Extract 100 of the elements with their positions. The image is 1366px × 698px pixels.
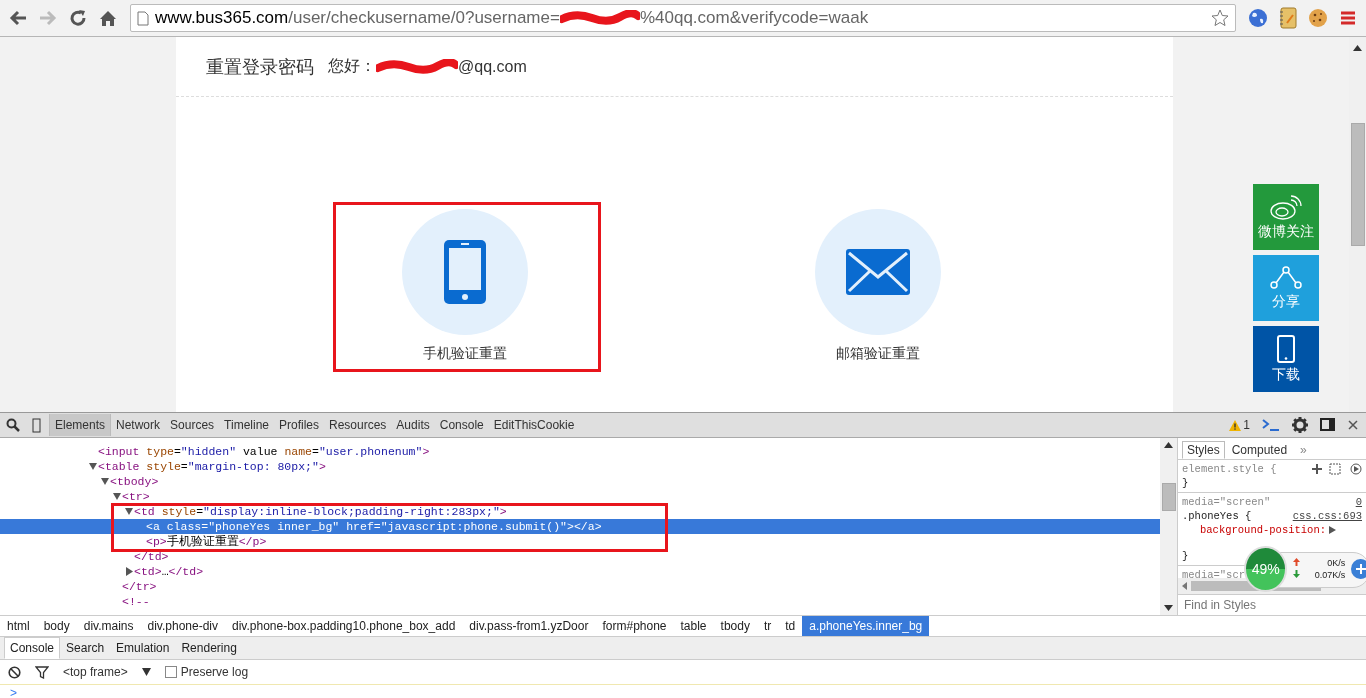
- clear-icon[interactable]: [8, 665, 21, 679]
- dom-row[interactable]: <tbody>: [0, 474, 1160, 489]
- scroll-up-arrow-icon[interactable]: [1164, 442, 1173, 448]
- devtools-tab[interactable]: Timeline: [219, 414, 274, 436]
- close-icon[interactable]: [1348, 420, 1358, 430]
- url-host: www.bus365.com: [155, 8, 289, 28]
- settings-icon[interactable]: [1292, 417, 1308, 433]
- dom-node-text: <p>手机验证重置</p>: [146, 534, 267, 549]
- globe-icon[interactable]: [1248, 8, 1268, 28]
- scroll-thumb[interactable]: [1161, 482, 1176, 511]
- devtools-tab[interactable]: Console: [434, 414, 489, 436]
- side-tile[interactable]: 下载: [1253, 326, 1319, 392]
- media-query: media="screen": [1182, 495, 1271, 509]
- dom-node-text: <td style="display:inline-block;padding-right:283px;">: [134, 504, 507, 519]
- rule-close-brace: }: [1182, 476, 1189, 490]
- breadcrumb[interactable]: tbody: [713, 616, 757, 636]
- dom-node-text: <!--: [122, 594, 150, 609]
- dom-row[interactable]: <input type="hidden" value name="user.phonenum">: [0, 444, 1160, 459]
- expand-arrow-icon[interactable]: [124, 564, 134, 579]
- dom-node-text: <tbody>: [110, 474, 159, 489]
- dom-row[interactable]: <table style="margin-top: 80px;">: [0, 459, 1160, 474]
- smartphone-icon: [443, 239, 487, 305]
- device-icon[interactable]: [32, 417, 41, 433]
- scroll-left-arrow-icon[interactable]: [1182, 582, 1187, 590]
- dom-node-text: <a class="phoneYes inner_bg" href="javascript:phone.submit()"></a>: [146, 519, 602, 534]
- styles-tab[interactable]: Computed: [1226, 441, 1293, 459]
- style-tools-icon[interactable]: [1312, 463, 1362, 475]
- breadcrumb[interactable]: div.mains: [76, 616, 141, 636]
- url-query: %40qq.com&verifycode=waak: [639, 8, 869, 28]
- download-arrow-icon: [1293, 570, 1301, 578]
- drawer-tab[interactable]: Emulation: [110, 637, 176, 659]
- more-tabs-chevron[interactable]: »: [1300, 443, 1307, 457]
- devtools-tab[interactable]: Audits: [391, 414, 435, 436]
- star-icon[interactable]: [1211, 9, 1229, 27]
- page-icon: [137, 10, 149, 26]
- breadcrumb[interactable]: body: [36, 616, 77, 636]
- breadcrumb[interactable]: div.pass-from1.yzDoor: [462, 616, 596, 636]
- devtools-tab[interactable]: Elements: [49, 414, 112, 436]
- breadcrumb[interactable]: tr: [756, 616, 779, 636]
- breadcrumb[interactable]: table: [673, 616, 714, 636]
- menu-icon[interactable]: [1340, 11, 1356, 25]
- address-bar[interactable]: www.bus365.com/user/checkusername/0?username= %40qq.com&verifycode=waak: [130, 4, 1236, 32]
- frame-dropdown[interactable]: <top frame>: [63, 665, 151, 679]
- envelope-icon: [846, 249, 910, 295]
- breadcrumb[interactable]: a.phoneYes.inner_bg: [802, 616, 930, 636]
- warning-icon[interactable]: [1229, 419, 1242, 431]
- dom-row[interactable]: <td>…</td>: [0, 564, 1160, 579]
- dock-icon[interactable]: [1320, 418, 1336, 432]
- preserve-log-label[interactable]: Preserve log: [180, 665, 249, 679]
- tree-scrollbar[interactable]: [1160, 438, 1177, 615]
- dom-row[interactable]: <p>手机验证重置</p>: [0, 534, 1160, 549]
- warning-count[interactable]: 1: [1243, 418, 1250, 432]
- dom-row[interactable]: <td style="display:inline-block;padding-right:283px;">: [0, 504, 1160, 519]
- dom-node-text: <tr>: [122, 489, 150, 504]
- expand-arrow-icon[interactable]: [1329, 526, 1337, 534]
- download-speed: 0.07K/s: [1314, 570, 1346, 580]
- breadcrumb[interactable]: div.phone-box.padding10.phone_box_add: [225, 616, 463, 636]
- breadcrumb[interactable]: form#phone: [595, 616, 674, 636]
- url-path: /user/checkusername/0?username=: [288, 8, 560, 28]
- drawer-tab[interactable]: Console: [4, 637, 61, 659]
- devtools-tab[interactable]: Profiles: [274, 414, 324, 436]
- filter-icon[interactable]: [35, 665, 49, 679]
- breadcrumb[interactable]: td: [778, 616, 803, 636]
- devtools-tab[interactable]: Network: [111, 414, 166, 436]
- dropdown-arrow-icon: [141, 668, 151, 676]
- notebook-icon[interactable]: [1279, 7, 1297, 29]
- side-tile[interactable]: 微博关注: [1253, 184, 1319, 250]
- dom-row[interactable]: <tr>: [0, 489, 1160, 504]
- cookie-icon[interactable]: [1308, 8, 1328, 28]
- stylesheet-link[interactable]: css.css:693: [1292, 509, 1362, 523]
- search-icon[interactable]: [6, 418, 20, 432]
- breadcrumb[interactable]: html: [0, 616, 37, 636]
- scroll-up-arrow-icon[interactable]: [1353, 45, 1362, 51]
- rule-close-brace: }: [1182, 549, 1189, 563]
- style-selector: .phoneYes {: [1182, 509, 1252, 523]
- option-label[interactable]: 邮箱验证重置: [836, 345, 920, 363]
- option-label[interactable]: 手机验证重置: [423, 345, 507, 363]
- dom-closing-tag: </td>: [134, 549, 169, 564]
- styles-tab[interactable]: Styles: [1182, 441, 1225, 459]
- devtools-tab[interactable]: EditThisCookie: [488, 414, 580, 436]
- drawer-tab[interactable]: Search: [60, 637, 111, 659]
- styles-filter-field[interactable]: Find in Styles: [1178, 594, 1366, 615]
- media-query: media="scr: [1182, 568, 1245, 578]
- upload-arrow-icon: [1293, 558, 1301, 566]
- upload-speed: 0K/s: [1327, 558, 1346, 568]
- drawer-tab[interactable]: Rendering: [175, 637, 243, 659]
- style-selector: element.style {: [1182, 462, 1277, 476]
- console-prompt[interactable]: >: [10, 686, 17, 698]
- breadcrumb[interactable]: div.phone-div: [140, 616, 225, 636]
- scroll-thumb[interactable]: [1350, 123, 1365, 246]
- share-icon: [1269, 265, 1303, 290]
- devtools-tab[interactable]: Sources: [165, 414, 220, 436]
- preserve-log-checkbox[interactable]: [164, 666, 177, 678]
- selected-dom-row[interactable]: <a class="phoneYes inner_bg" href="javascript:phone.submit()"></a>: [0, 519, 1160, 534]
- media-source-link[interactable]: 0: [1355, 495, 1362, 509]
- dom-row[interactable]: <!--: [0, 594, 1160, 609]
- smartphone-icon: [1277, 334, 1295, 363]
- devtools-tab[interactable]: Resources: [324, 414, 392, 436]
- console-icon[interactable]: [1262, 419, 1280, 431]
- scroll-down-arrow-icon[interactable]: [1164, 605, 1173, 611]
